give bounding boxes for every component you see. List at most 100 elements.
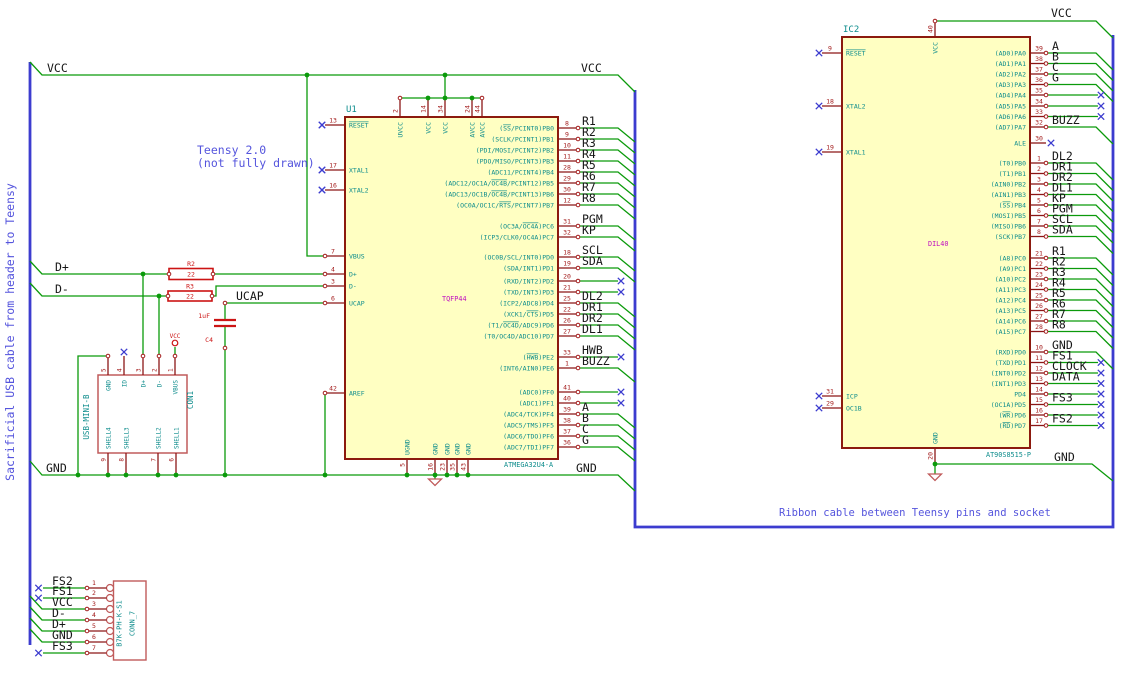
pin-name: (ADC12/OC1A/OC4B/PCINT12)PB5 <box>444 180 554 188</box>
pin-number: 37 <box>1035 66 1043 74</box>
pin-name: SHELL1 <box>174 427 181 449</box>
pin-end-dot <box>1043 276 1049 282</box>
pin-name: (INT0)PD2 <box>991 370 1026 378</box>
net-label-KP[interactable]: KP <box>582 223 596 237</box>
wire[interactable] <box>578 367 636 383</box>
pin-number: 21 <box>1035 250 1043 258</box>
component-c4[interactable]: 1uF C4 <box>198 312 236 344</box>
pin-end-dot <box>575 169 581 175</box>
no-connect-marker <box>1097 411 1105 419</box>
pin-name: XTAL2 <box>349 187 369 195</box>
pin-end-dot <box>84 595 90 601</box>
u1-value: ATMEGA32U4-A <box>504 461 553 469</box>
pin-name: (ADC5/TMS)PF5 <box>503 422 554 430</box>
net-label-SDA[interactable]: SDA <box>582 254 603 268</box>
net-label-FS3[interactable]: FS3 <box>1052 391 1073 405</box>
net-label-D-[interactable]: D- <box>55 282 69 296</box>
wire[interactable] <box>29 260 169 275</box>
pin-number: 39 <box>1035 45 1043 53</box>
wire[interactable] <box>29 282 168 297</box>
pin-end-dot <box>1043 124 1049 130</box>
pin-number: 27 <box>1035 313 1043 321</box>
pin-number: 5 <box>1037 197 1041 205</box>
pin-number: 37 <box>563 428 571 436</box>
junction-dot <box>304 72 310 78</box>
pin-end-dot <box>1043 160 1049 166</box>
pin-name: PD4 <box>1014 391 1026 399</box>
net-label-VCC[interactable]: VCC <box>47 61 68 75</box>
pin-number: 24 <box>1035 281 1043 289</box>
pin-end-dot <box>1043 360 1049 365</box>
pin-end-dot <box>1043 202 1049 208</box>
net-label-BUZZ[interactable]: BUZZ <box>582 354 610 368</box>
u1-footprint: TQFP44 <box>442 295 467 303</box>
pin-number: 1 <box>168 368 175 372</box>
net-label-D+[interactable]: D+ <box>55 260 69 274</box>
component-u1[interactable]: U1ATMEGA32U4-ATQFP4413RESET17XTAL116XTAL… <box>318 98 625 475</box>
net-label-G[interactable]: G <box>582 433 589 447</box>
pin-number: 2 <box>1037 165 1041 173</box>
pin-name: D+ <box>349 271 357 279</box>
component-conn7[interactable]: B7K-PH-K-S1 CONN_71FS22FS13VCC4D-5D+6GND7… <box>34 574 147 661</box>
net-label-DL1[interactable]: DL1 <box>582 322 603 336</box>
pin-end-dot <box>575 234 581 240</box>
net-label-R8[interactable]: R8 <box>1052 318 1066 332</box>
pin-number: 12 <box>1035 365 1043 373</box>
pin-number: 35 <box>449 463 457 471</box>
pin-name: (SS/PCINT0)PB0 <box>499 125 554 133</box>
note-text[interactable]: Sacrificial USB cable from header to Tee… <box>3 183 17 481</box>
wire[interactable] <box>29 61 636 93</box>
wire[interactable] <box>935 20 1114 39</box>
wire[interactable] <box>212 285 325 297</box>
component-con1[interactable]: USB-MINI-B CON1 5 GND 4 ID 3 D+ 2 D- 1 VBUS 9 SHELL4 8… <box>82 356 195 473</box>
pin-end-dot <box>575 147 581 153</box>
net-label-FS3[interactable]: FS3 <box>52 639 73 653</box>
net-label-GND[interactable]: GND <box>46 461 67 475</box>
pin-name: (ADC13/OC1B/OC4B/PCINT13)PB6 <box>444 191 554 199</box>
pin-name: ICP <box>846 393 858 401</box>
gnd-symbol-icon <box>426 478 444 487</box>
net-label-FS2[interactable]: FS2 <box>1052 412 1073 426</box>
wire[interactable] <box>578 446 636 462</box>
component-ic2[interactable]: IC2AT90S8515-PDIL409RESET18XTAL219XTAL13… <box>815 21 1105 464</box>
pin-end-dot <box>1043 308 1049 313</box>
pin-number: 31 <box>563 218 571 226</box>
net-label-SDA[interactable]: SDA <box>1052 223 1073 237</box>
pin-number: 26 <box>563 317 571 325</box>
net-label-G[interactable]: G <box>1052 71 1059 85</box>
net-label-VCC[interactable]: VCC <box>1051 6 1072 20</box>
pin-number: 24 <box>464 105 472 113</box>
net-label-GND[interactable]: GND <box>576 461 597 475</box>
component-r3[interactable]: R322 <box>167 283 213 302</box>
pin-name: RESET <box>349 122 369 130</box>
net-label-UCAP[interactable]: UCAP <box>236 289 264 303</box>
pin-name: UGND <box>404 439 412 455</box>
no-connect-marker <box>815 404 823 412</box>
pin-name: (AD2)PA2 <box>995 71 1026 79</box>
pin-name: (PDI/MOSI/PCINT2)PB2 <box>476 147 554 155</box>
vcc-power-symbol[interactable]: VCC <box>170 333 181 347</box>
pin-end-dot <box>1043 50 1049 56</box>
wire[interactable] <box>224 302 325 319</box>
gnd-symbol-icon <box>926 473 944 482</box>
wire[interactable] <box>1046 126 1114 145</box>
component-r2[interactable]: R222 <box>168 260 214 281</box>
net-label-R8[interactable]: R8 <box>582 191 596 205</box>
conn7-pin-circle <box>105 626 115 636</box>
wire[interactable] <box>935 463 1114 482</box>
wire[interactable] <box>578 267 636 283</box>
pin-number: 25 <box>563 295 571 303</box>
r3-reference: R3 <box>186 283 194 291</box>
net-label-BUZZ[interactable]: BUZZ <box>1052 113 1080 127</box>
pin-end-dot <box>1043 234 1049 239</box>
net-label-VCC[interactable]: VCC <box>581 61 602 75</box>
net-label-GND[interactable]: GND <box>1054 450 1075 464</box>
note-text[interactable]: Teensy 2.0 <box>197 143 266 157</box>
pin-name: XTAL2 <box>846 103 866 111</box>
schematic-canvas[interactable]: U1ATMEGA32U4-ATQFP4413RESET17XTAL116XTAL… <box>0 0 1131 690</box>
note-text[interactable]: Ribbon cable between Teensy pins and soc… <box>779 507 1051 519</box>
junction-dot <box>442 95 448 101</box>
pin-name: (SDA/INT1)PD1 <box>503 265 554 273</box>
net-label-DATA[interactable]: DATA <box>1052 370 1080 384</box>
note-text[interactable]: (not fully drawn) <box>197 156 315 170</box>
